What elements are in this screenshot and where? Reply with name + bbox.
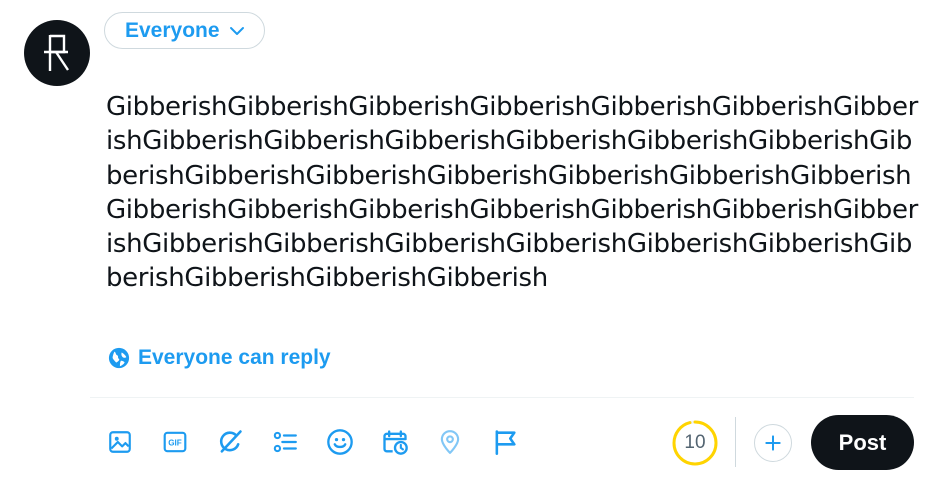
grok-button[interactable] (206, 420, 254, 464)
svg-text:GIF: GIF (168, 438, 182, 447)
compose-toolbar: GIF (96, 420, 536, 464)
schedule-button[interactable] (371, 420, 419, 464)
add-post-button[interactable] (754, 424, 792, 462)
reply-setting-label: Everyone can reply (138, 346, 331, 369)
character-counter: 10 (671, 419, 719, 467)
toolbar-separator (735, 417, 736, 467)
grok-icon (219, 430, 242, 453)
location-icon (440, 430, 460, 454)
divider (90, 397, 914, 398)
audience-label: Everyone (125, 18, 220, 42)
avatar[interactable] (24, 20, 90, 86)
audience-selector[interactable]: Everyone (104, 12, 265, 49)
gif-button[interactable]: GIF (151, 420, 199, 464)
reply-setting-button[interactable]: Everyone can reply (108, 346, 331, 370)
chevron-down-icon (229, 26, 244, 35)
media-button[interactable] (96, 420, 144, 464)
flag-icon (495, 430, 516, 455)
emoji-icon (327, 429, 353, 455)
counter-remaining: 10 (684, 432, 706, 453)
flag-button[interactable] (481, 420, 529, 464)
emoji-button[interactable] (316, 420, 364, 464)
location-button[interactable] (426, 420, 474, 464)
schedule-icon (383, 430, 408, 455)
media-icon (109, 431, 131, 453)
compose-textarea[interactable]: GibberishGibberishGibberishGibberishGibb… (106, 90, 918, 296)
poll-icon (273, 431, 297, 453)
avatar-logo-icon (44, 34, 69, 71)
post-button[interactable]: Post (811, 415, 914, 470)
gif-icon: GIF (163, 431, 187, 453)
poll-button[interactable] (261, 420, 309, 464)
globe-icon (108, 347, 130, 369)
plus-icon (765, 435, 781, 451)
